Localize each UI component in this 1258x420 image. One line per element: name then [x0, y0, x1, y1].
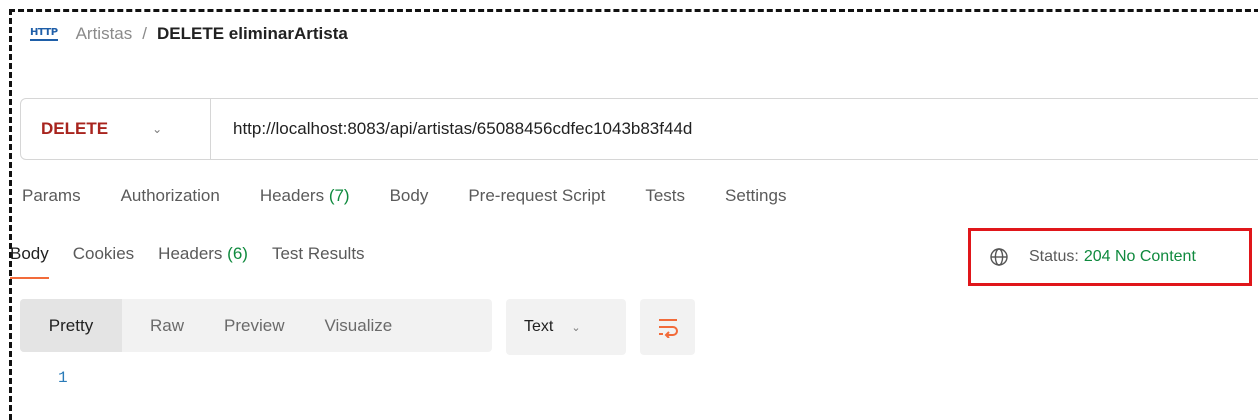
breadcrumb: HTTP Artistas / DELETE eliminarArtista — [30, 18, 348, 50]
chevron-down-icon: ⌄ — [152, 122, 163, 136]
http-icon: HTTP — [30, 27, 58, 41]
status-label: Status: — [1029, 248, 1079, 265]
request-name[interactable]: DELETE eliminarArtista — [157, 24, 348, 44]
view-mode-selector: Pretty Raw Preview Visualize — [20, 299, 492, 352]
tab-tests[interactable]: Tests — [645, 186, 685, 206]
tab-headers[interactable]: Headers (7) — [260, 186, 350, 206]
breadcrumb-separator: / — [142, 24, 147, 43]
chevron-down-icon: ⌄ — [571, 321, 581, 334]
method-label: DELETE — [41, 119, 109, 138]
dashed-frame — [9, 9, 1258, 420]
method-select[interactable]: DELETE ⌄ — [21, 99, 211, 159]
response-tabs: Body Cookies Headers (6) Test Results — [10, 244, 389, 279]
view-mode-raw[interactable]: Raw — [136, 299, 198, 352]
tab-pre-request-script[interactable]: Pre-request Script — [468, 186, 605, 206]
response-tab-body-label: Body — [10, 244, 49, 263]
tab-body[interactable]: Body — [390, 186, 429, 206]
view-mode-pretty[interactable]: Pretty — [20, 299, 122, 352]
tab-settings[interactable]: Settings — [725, 186, 786, 206]
format-dropdown-label: Text — [524, 318, 554, 335]
response-tab-test-results[interactable]: Test Results — [272, 244, 365, 264]
view-mode-visualize[interactable]: Visualize — [310, 299, 406, 352]
view-mode-preview[interactable]: Preview — [210, 299, 298, 352]
format-dropdown[interactable]: Text ⌄ — [506, 299, 626, 355]
status-highlight: Status: 204 No Content — [968, 228, 1252, 286]
response-tab-body[interactable]: Body — [10, 244, 49, 279]
wrap-lines-icon — [658, 319, 678, 338]
tab-authorization[interactable]: Authorization — [121, 186, 220, 206]
wrap-lines-button[interactable] — [640, 299, 695, 355]
url-input[interactable]: http://localhost:8083/api/artistas/65088… — [211, 119, 692, 139]
breadcrumb-collection[interactable]: Artistas — [76, 24, 133, 44]
response-tab-cookies[interactable]: Cookies — [73, 244, 134, 264]
request-tabs: Params Authorization Headers (7) Body Pr… — [22, 186, 826, 206]
response-tab-headers-label: Headers — [158, 244, 223, 263]
globe-icon[interactable] — [989, 247, 1009, 267]
active-tab-underline — [10, 277, 49, 279]
line-number: 1 — [58, 369, 68, 387]
status-value[interactable]: 204 No Content — [1084, 248, 1196, 266]
tab-headers-count: (7) — [328, 186, 350, 205]
tab-params[interactable]: Params — [22, 186, 81, 206]
tab-headers-label: Headers — [259, 186, 325, 205]
response-tab-headers[interactable]: Headers (6) — [158, 244, 248, 264]
response-tab-headers-count: (6) — [227, 244, 248, 263]
request-bar: DELETE ⌄ http://localhost:8083/api/artis… — [20, 98, 1258, 160]
